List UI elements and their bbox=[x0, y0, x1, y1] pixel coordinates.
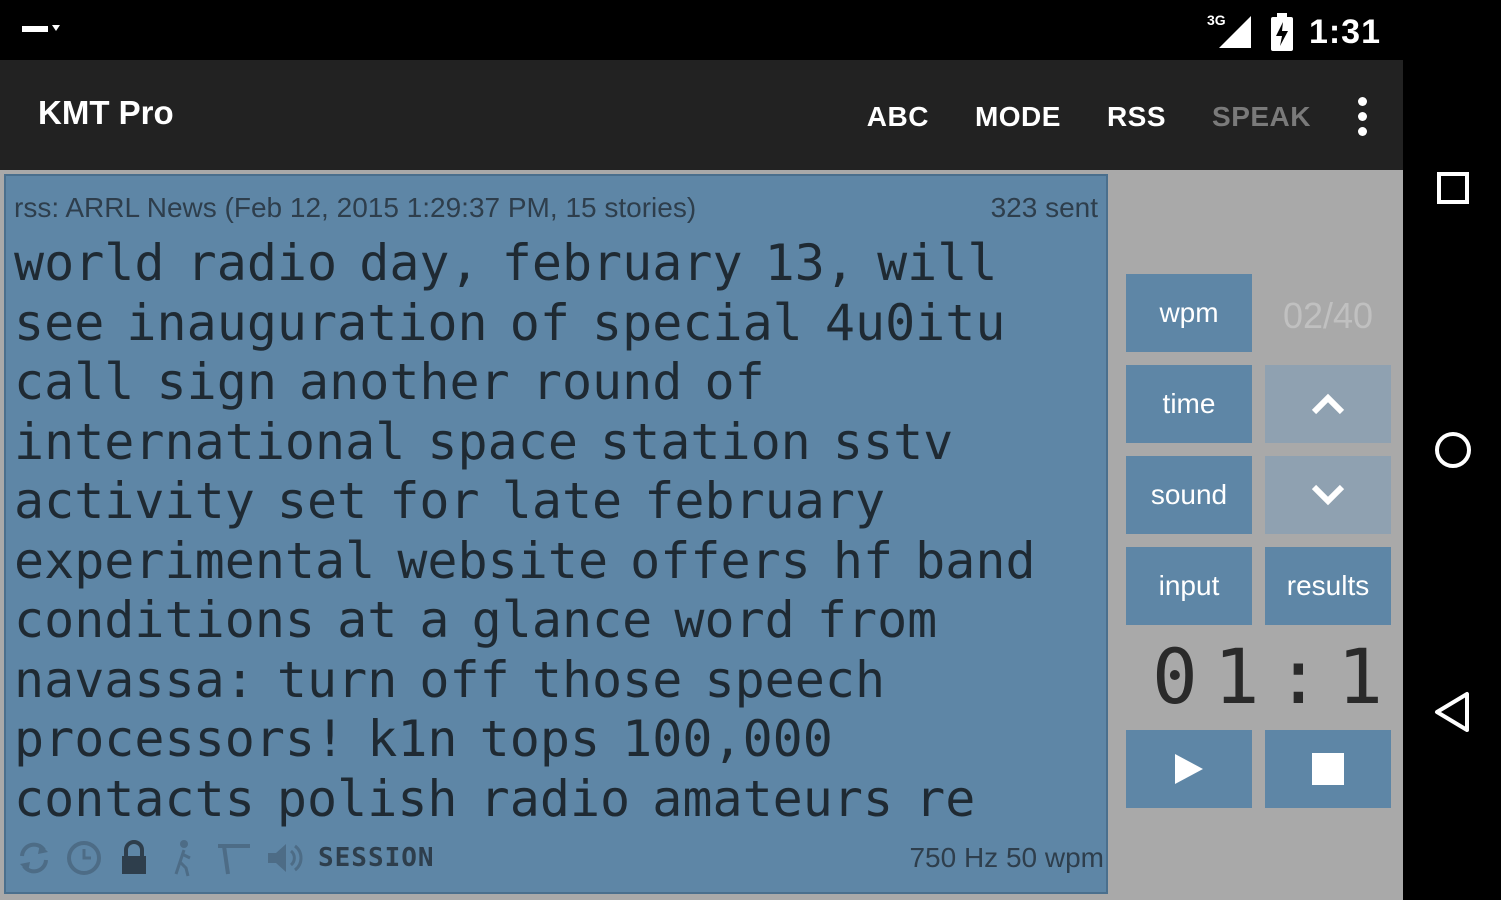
walk-icon[interactable] bbox=[164, 838, 204, 878]
status-row: SESSION 750 Hz 50 wpm bbox=[14, 836, 1104, 884]
rss-header: rss: ARRL News (Feb 12, 2015 1:29:37 PM,… bbox=[14, 192, 697, 223]
text-line: contacts polish radio amateurs re bbox=[14, 769, 976, 828]
text-line: navassa: turn off those speech bbox=[14, 650, 886, 709]
battery-icon bbox=[1270, 13, 1293, 51]
chevron-down-icon bbox=[1311, 484, 1345, 506]
text-line: conditions at a glance word from bbox=[14, 591, 938, 649]
text-line: call sign another round of bbox=[14, 353, 765, 411]
session-timer: 01:11 bbox=[1152, 632, 1461, 721]
action-bar: KMT Pro ABC MODE RSS SPEAK bbox=[0, 60, 1403, 170]
volume-icon[interactable] bbox=[264, 838, 304, 878]
lock-icon[interactable] bbox=[114, 838, 154, 878]
play-button[interactable] bbox=[1126, 730, 1252, 808]
text-line: international space station sstv bbox=[14, 412, 954, 471]
more-vert-icon[interactable] bbox=[1351, 97, 1373, 137]
clock-icon[interactable] bbox=[64, 838, 104, 878]
session-label: SESSION bbox=[318, 843, 435, 873]
navigation-bar bbox=[1403, 60, 1501, 900]
morse-text: world radio day, february 13, will see i… bbox=[14, 234, 1104, 829]
sent-count: 323 sent bbox=[990, 192, 1098, 223]
text-line: see inauguration of special 4u0itu bbox=[14, 293, 1006, 352]
results-button[interactable]: results bbox=[1265, 547, 1391, 625]
notification-icon bbox=[22, 25, 60, 32]
text-line: experimental website offers hf band bbox=[14, 531, 1036, 590]
wpm-button[interactable]: wpm bbox=[1126, 274, 1252, 352]
text-line: world radio day, february 13, will bbox=[14, 234, 998, 292]
stop-icon bbox=[1312, 753, 1344, 785]
signal-icon: 3G bbox=[1207, 12, 1255, 50]
sound-button[interactable]: sound bbox=[1126, 456, 1252, 534]
status-bar: 3G 1:31 bbox=[0, 0, 1501, 60]
decrease-button[interactable] bbox=[1265, 456, 1391, 534]
speak-button[interactable]: SPEAK bbox=[1212, 101, 1311, 133]
chevron-up-icon bbox=[1311, 393, 1345, 415]
home-icon[interactable] bbox=[1431, 428, 1475, 472]
input-button[interactable]: input bbox=[1126, 547, 1252, 625]
mode-button[interactable]: MODE bbox=[975, 101, 1061, 133]
action-items: ABC MODE RSS SPEAK bbox=[821, 90, 1373, 144]
frequency-wpm-label: 750 Hz 50 wpm bbox=[909, 842, 1104, 873]
status-time: 1:31 bbox=[1308, 12, 1381, 51]
time-button[interactable]: time bbox=[1126, 365, 1252, 443]
back-icon[interactable] bbox=[1431, 690, 1475, 734]
text-line: activity set for late february bbox=[14, 472, 886, 530]
rss-button[interactable]: RSS bbox=[1107, 101, 1166, 133]
wpm-readout: 02/40 bbox=[1282, 295, 1374, 336]
text-panel[interactable]: rss: ARRL News (Feb 12, 2015 1:29:37 PM,… bbox=[4, 174, 1108, 894]
increase-button[interactable] bbox=[1265, 365, 1391, 443]
text-line: processors! k1n tops 100,000 bbox=[14, 710, 833, 768]
play-icon bbox=[1175, 754, 1203, 784]
abc-button[interactable]: ABC bbox=[867, 101, 929, 133]
repeat-icon[interactable] bbox=[14, 838, 54, 878]
recents-icon[interactable] bbox=[1431, 166, 1475, 210]
key-icon[interactable] bbox=[214, 838, 254, 878]
app-title: KMT Pro bbox=[38, 94, 174, 131]
stop-button[interactable] bbox=[1265, 730, 1391, 808]
